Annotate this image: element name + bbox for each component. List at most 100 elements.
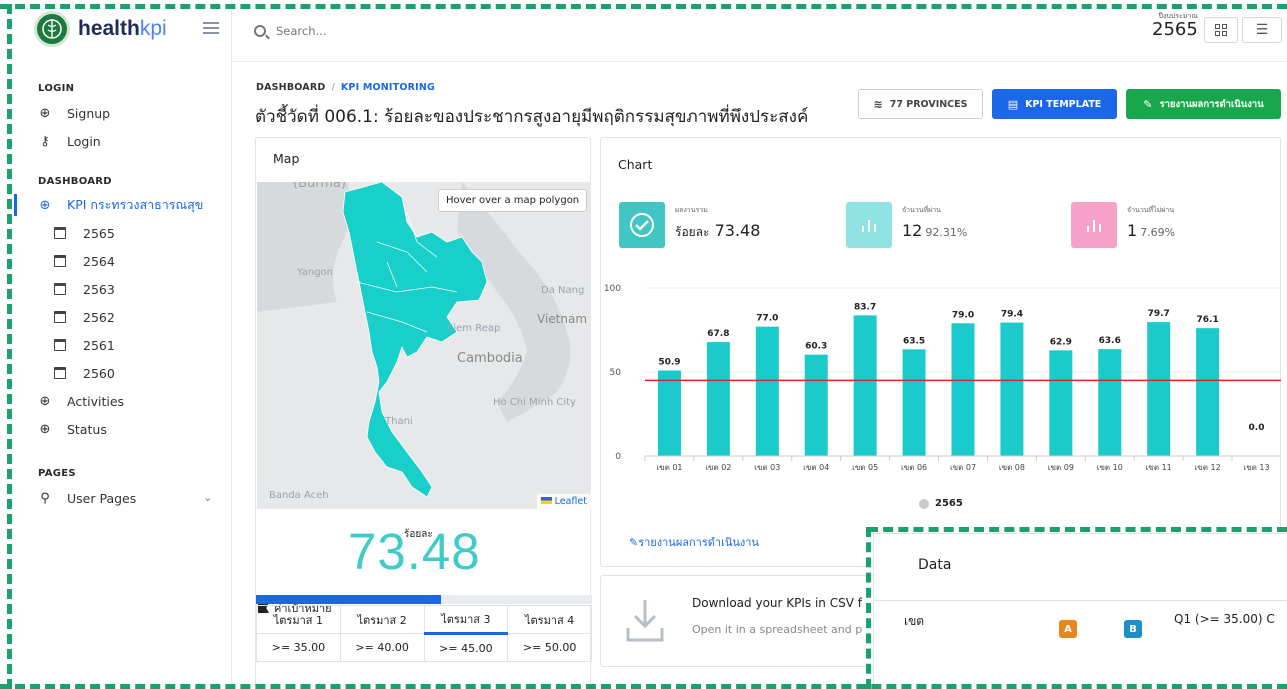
selection-frame [7, 4, 12, 689]
leaflet-attribution[interactable]: Leaflet [536, 494, 591, 509]
search-input[interactable] [276, 24, 476, 38]
chart-card: Chart ผลงานรวม ร้อยละ 73.48 จำนวนที่ผ่าน… [600, 137, 1281, 567]
check-icon [619, 202, 665, 248]
download-card[interactable]: Download your KPIs in CSV f Open it in a… [600, 575, 900, 667]
report-button[interactable]: ✎ รายงานผลการดำเนินงาน [1126, 89, 1281, 119]
data-card-title: Data [918, 557, 952, 573]
section-pages: PAGES [38, 468, 76, 479]
grid-icon [1215, 24, 1227, 36]
sidebar-item-2560[interactable]: 2560 [54, 362, 115, 384]
map-label: Banda Aceh [269, 490, 329, 501]
stat-value: 12 92.31% [902, 221, 968, 240]
breadcrumb: DASHBOARD / KPI MONITORING [256, 82, 435, 93]
x-tick-label: เขต 07 [950, 463, 976, 472]
selection-frame [868, 527, 1287, 532]
download-title: Download your KPIs in CSV f [692, 596, 862, 610]
map-label: (Burma) [293, 182, 347, 191]
sidebar-item-user-pages[interactable]: ⚲ User Pages [38, 487, 136, 509]
chart-bar [951, 323, 975, 456]
grid-view-button[interactable] [1204, 17, 1238, 43]
x-tick-label: เขต 01 [656, 463, 682, 472]
kpi-template-button[interactable]: ▤ KPI TEMPLATE [992, 89, 1117, 119]
x-tick-label: เขต 03 [754, 463, 780, 472]
x-tick-label: เขต 10 [1097, 463, 1123, 472]
map[interactable]: (Burma) Yangon Da Nang Vietnam Siem Reap… [257, 182, 591, 509]
breadcrumb-root[interactable]: DASHBOARD [256, 82, 325, 93]
y-tick-label: 100 [604, 284, 621, 294]
quarter-target: >= 40.00 [339, 633, 425, 662]
bar-value-label: 77.0 [756, 314, 778, 324]
bar-chart-icon [1071, 202, 1117, 248]
globe-icon: ⊕ [39, 105, 51, 121]
quarter-header[interactable]: ไตรมาส 2 [339, 605, 425, 634]
file-icon: ▤ [1007, 97, 1019, 111]
brand[interactable]: healthkpi [34, 11, 167, 47]
page-title: ตัวชี้วัดที่ 006.1: ร้อยละของประชากรสูงอ… [255, 107, 809, 127]
sidebar: healthkpi LOGIN ⊕ Signup ⚷ Login DASHBOARD… [0, 0, 232, 689]
chart-bar [1000, 322, 1024, 456]
calendar-icon [54, 227, 66, 239]
bar-value-label: 63.5 [903, 336, 925, 346]
map-label: Ho Chi Minh City [493, 397, 576, 408]
bar-value-label: 0.0 [1249, 423, 1265, 433]
sidebar-item-2565[interactable]: 2565 [54, 222, 115, 244]
sidebar-item-2561[interactable]: 2561 [54, 334, 115, 356]
map-canvas [257, 182, 591, 509]
stat-caption: ผลงานรวม [675, 206, 708, 214]
target-progress [256, 595, 592, 604]
chart-bar [706, 342, 730, 456]
sidebar-item-login[interactable]: ⚷ Login [38, 130, 101, 152]
bar-chart: 0 50 100 50.9 เขต 01 67.8 เขต 02 77.0 เขต 03 60.3… [604, 284, 1281, 472]
quarter-header[interactable]: ไตรมาส 1 [256, 605, 341, 634]
calendar-icon [54, 339, 66, 351]
x-tick-label: เขต 05 [852, 463, 878, 472]
x-tick-label: เขต 06 [901, 463, 927, 472]
bar-value-label: 79.4 [1001, 310, 1023, 320]
search-icon [254, 25, 266, 37]
flag-icon [540, 497, 552, 504]
edit-icon: ✎ [1143, 97, 1153, 111]
active-indicator [14, 194, 17, 216]
breadcrumb-current: KPI MONITORING [340, 82, 435, 93]
bar-value-label: 50.9 [658, 357, 680, 367]
sidebar-item-signup[interactable]: ⊕ Signup [38, 102, 111, 124]
sidebar-item-status[interactable]: ⊕ Status [38, 418, 107, 440]
quarter-target: >= 50.00 [507, 633, 592, 662]
chart-legend[interactable]: 2565 [919, 498, 963, 509]
bar-value-label: 63.6 [1099, 336, 1121, 346]
badge-a: A [1059, 620, 1077, 638]
sidebar-item-2563[interactable]: 2563 [54, 278, 115, 300]
badge-b: B [1124, 620, 1142, 638]
bar-value-label: 79.0 [952, 310, 974, 320]
brand-name: healthkpi [78, 17, 167, 40]
map-label: Yangon [297, 267, 334, 278]
bar-chart-icon [846, 202, 892, 248]
hamburger-menu-icon[interactable] [203, 22, 219, 34]
fiscal-year[interactable]: ปีงบประมาณ 2565 [1152, 12, 1198, 40]
download-icon [626, 600, 664, 642]
sidebar-item-kpi-moph[interactable]: ⊕ KPI กระทรวงสาธารณสุข [38, 194, 204, 216]
map-label: Vietnam [537, 312, 588, 326]
sidebar-item-2564[interactable]: 2564 [54, 250, 115, 272]
list-view-button[interactable]: ☰ [1242, 17, 1282, 43]
chevron-down-icon[interactable]: ⌄ [203, 491, 212, 504]
chart-bar [1196, 328, 1220, 456]
search-box[interactable] [254, 24, 476, 38]
topbar: ปีงบประมาณ 2565 ☰ [232, 0, 1287, 62]
quarter-header-active[interactable]: ไตรมาส 3 [423, 605, 509, 635]
sidebar-item-activities[interactable]: ⊕ Activities [38, 390, 124, 412]
chart-card-title: Chart [618, 157, 653, 172]
column-q1[interactable]: Q1 (>= 35.00) C [1174, 612, 1275, 626]
sidebar-item-2562[interactable]: 2562 [54, 306, 115, 328]
quarter-header[interactable]: ไตรมาส 4 [507, 605, 592, 634]
column-region[interactable]: เขต [904, 612, 924, 631]
selection-frame [0, 4, 1287, 9]
calendar-icon [54, 283, 66, 295]
report-link[interactable]: ✎รายงานผลการดำเนินงาน [629, 533, 759, 551]
provinces-button[interactable]: ≋ 77 PROVINCES [858, 89, 983, 119]
bar-value-label: 76.1 [1197, 315, 1219, 325]
x-tick-label: เขต 09 [1048, 463, 1074, 472]
chart-bar [1147, 322, 1171, 456]
download-subtitle: Open it in a spreadsheet and p [692, 623, 863, 636]
quarter-target: >= 45.00 [423, 633, 509, 662]
